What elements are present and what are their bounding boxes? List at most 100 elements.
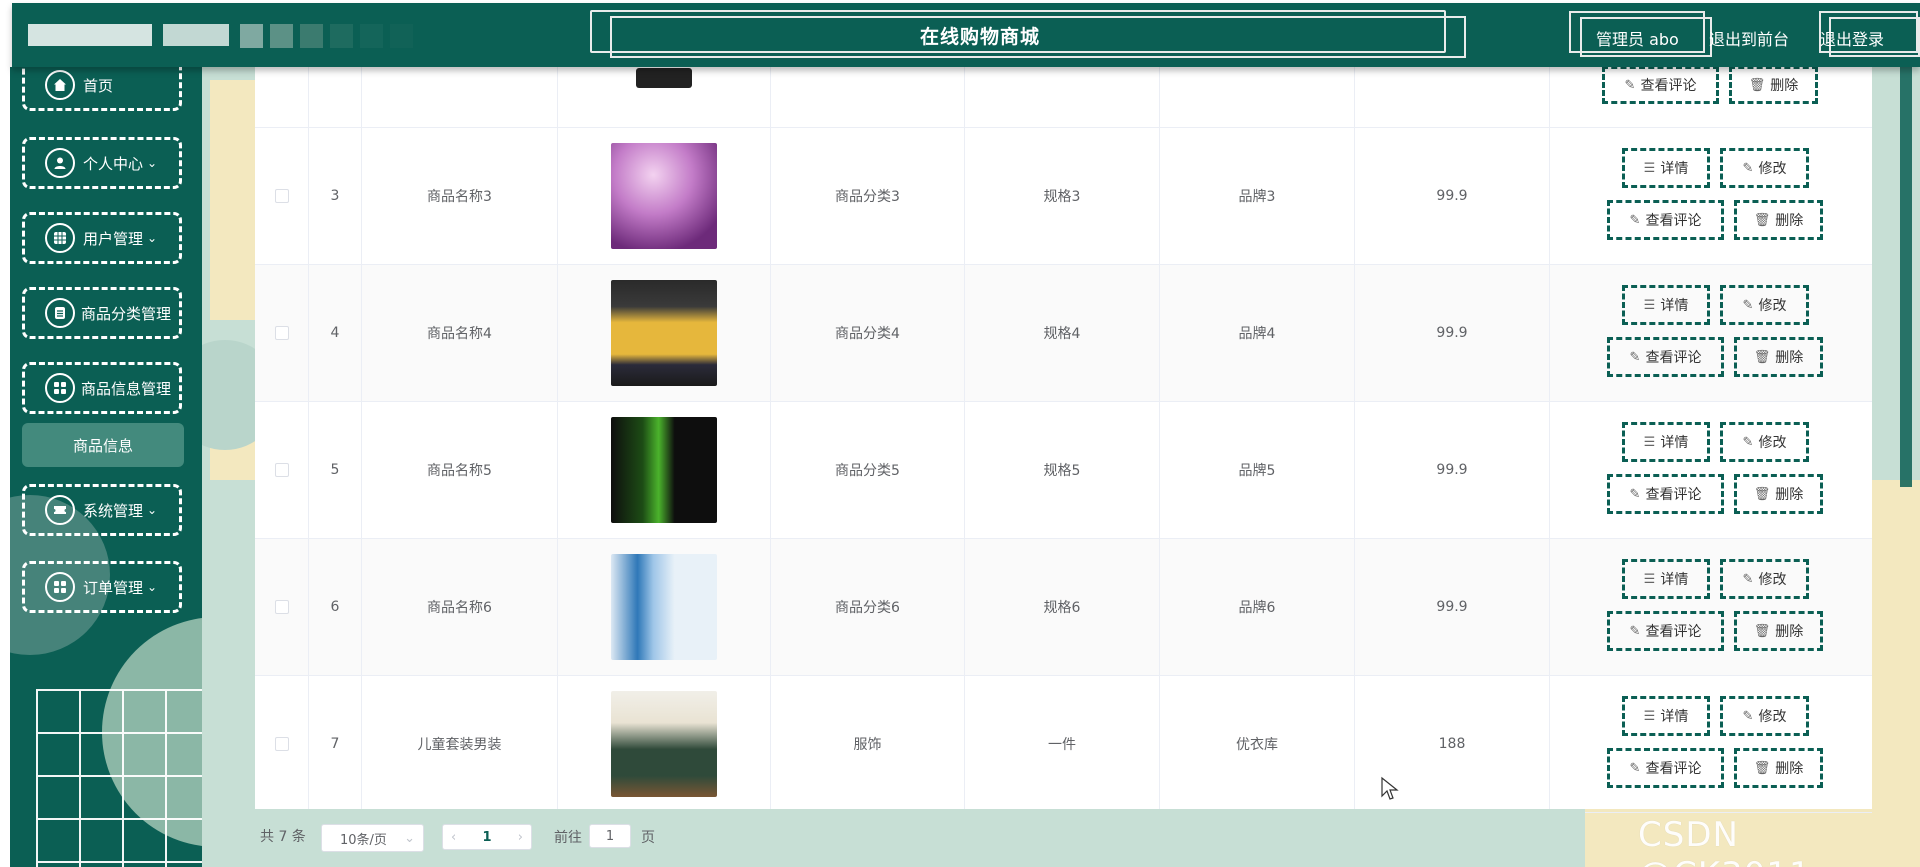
ticket-icon <box>45 495 75 525</box>
edit-icon: ✎ <box>1742 571 1754 587</box>
detail-button[interactable]: ☰ 详情 <box>1622 285 1710 325</box>
sidebar-decor-grid <box>36 689 202 867</box>
back-to-frontend-link[interactable]: 退出到前台 <box>1709 26 1789 50</box>
apps-icon <box>45 572 75 602</box>
edit-button[interactable]: ✎ 修改 <box>1720 285 1809 325</box>
cell-index: 4 <box>330 325 340 341</box>
table-row: 7 儿童套装男装 服饰 一件 优衣库 188 ☰ 详情 ✎ 修改 ✎ 查看评论 🗑 删除 <box>255 676 1872 813</box>
cell-index: 6 <box>330 599 340 615</box>
table-row: 3 商品名称3 商品分类3 规格3 品牌3 99.9 ☰ 详情 ✎ 修改 ✎ 查看评论 🗑 删除 <box>255 128 1872 265</box>
apps-icon <box>45 373 75 403</box>
delete-button[interactable]: 🗑 删除 <box>1734 337 1823 377</box>
cell-spec: 规格4 <box>1043 326 1081 342</box>
sidebar-item-profile[interactable]: 个人中心 ⌄ <box>22 137 182 189</box>
next-page-button[interactable]: › <box>518 830 523 845</box>
document-icon: ☰ <box>1643 571 1656 587</box>
sidebar-item-product-management[interactable]: 商品信息管理 <box>22 362 182 414</box>
document-icon: ☰ <box>1643 297 1656 313</box>
sidebar-item-label: 个人中心 <box>83 154 144 173</box>
current-page[interactable]: 1 <box>482 830 491 845</box>
cell-category: 商品分类3 <box>835 189 900 205</box>
edit-button[interactable]: ✎ 修改 <box>1720 148 1809 188</box>
logout-button[interactable]: 退出登录 <box>1820 26 1884 50</box>
detail-button[interactable]: ☰ 详情 <box>1622 148 1710 188</box>
pagination-bar: 共 7 条 10条/页 ⌄ ‹ 1 › 前往 1 页 <box>255 809 1585 867</box>
row-checkbox[interactable] <box>274 600 289 614</box>
cell-category: 商品分类6 <box>835 600 900 616</box>
sidebar-item-home[interactable]: 首页 <box>22 67 182 111</box>
home-icon <box>45 70 75 100</box>
trash-icon: 🗑 <box>1753 486 1771 502</box>
edit-icon: ✎ <box>1629 760 1641 776</box>
edit-icon: ✎ <box>1624 77 1636 93</box>
edit-icon: ✎ <box>1629 623 1641 639</box>
edit-icon: ✎ <box>1629 349 1641 365</box>
product-image-partial <box>558 59 771 127</box>
chevron-down-icon: ⌄ <box>147 580 158 594</box>
edit-icon: ✎ <box>1742 708 1754 724</box>
view-comments-button[interactable]: ✎ 查看评论 <box>1607 611 1724 651</box>
row-checkbox[interactable] <box>274 189 289 203</box>
logo-square <box>390 24 413 48</box>
trash-icon: 🗑 <box>1753 212 1771 228</box>
table-row: 6 商品名称6 商品分类6 规格6 品牌6 99.9 ☰ 详情 ✎ 修改 ✎ 查看评论 🗑 删除 <box>255 539 1872 676</box>
trash-icon: 🗑 <box>1753 760 1771 776</box>
top-header: 在线购物商城 管理员 abo 退出到前台 退出登录 <box>12 3 1920 67</box>
submenu-product-info[interactable]: 商品信息 <box>22 423 184 467</box>
sidebar-item-system[interactable]: 系统管理 ⌄ <box>22 484 182 536</box>
edit-icon: ✎ <box>1742 434 1754 450</box>
cell-spec: 规格3 <box>1043 189 1081 205</box>
delete-button[interactable]: 🗑 删除 <box>1729 66 1818 104</box>
list-icon <box>45 298 75 328</box>
edit-button[interactable]: ✎ 修改 <box>1720 559 1809 599</box>
row-checkbox[interactable] <box>274 463 289 477</box>
cell-price: 99.9 <box>1436 325 1468 341</box>
row-checkbox[interactable] <box>274 737 289 751</box>
admin-label: 管理员 abo <box>1596 30 1679 49</box>
prev-page-button[interactable]: ‹ <box>451 830 456 845</box>
edit-button[interactable]: ✎ 修改 <box>1720 696 1809 736</box>
edit-icon: ✎ <box>1742 160 1754 176</box>
logo-placeholder-2 <box>163 24 229 46</box>
cell-name: 商品名称6 <box>427 600 492 616</box>
view-comments-button[interactable]: ✎ 查看评论 <box>1607 474 1724 514</box>
sidebar-item-label: 用户管理 <box>83 229 144 248</box>
product-image <box>611 554 717 660</box>
table-row: ✎ 查看评论 🗑 删除 <box>255 59 1872 128</box>
pager-controls: ‹ 1 › <box>442 824 532 850</box>
detail-button[interactable]: ☰ 详情 <box>1622 422 1710 462</box>
cell-name: 儿童套装男装 <box>417 737 502 753</box>
detail-button[interactable]: ☰ 详情 <box>1622 559 1710 599</box>
cell-brand: 品牌4 <box>1238 326 1276 342</box>
view-comments-button[interactable]: ✎ 查看评论 <box>1602 66 1719 104</box>
grid-icon <box>45 223 75 253</box>
product-image <box>611 417 717 523</box>
delete-button[interactable]: 🗑 删除 <box>1734 200 1823 240</box>
cell-category: 商品分类4 <box>835 326 900 342</box>
cell-category: 商品分类5 <box>835 463 900 479</box>
logo-square <box>270 24 293 48</box>
goto-page-input[interactable]: 1 <box>589 824 631 848</box>
cell-index: 3 <box>330 188 340 204</box>
delete-button[interactable]: 🗑 删除 <box>1734 611 1823 651</box>
table-row: 4 商品名称4 商品分类4 规格4 品牌4 99.9 ☰ 详情 ✎ 修改 ✎ 查看评论 🗑 删除 <box>255 265 1872 402</box>
goto-suffix: 页 <box>641 830 655 846</box>
cell-index: 7 <box>330 736 340 752</box>
cell-brand: 品牌6 <box>1238 600 1276 616</box>
detail-button[interactable]: ☰ 详情 <box>1622 696 1710 736</box>
sidebar-item-orders[interactable]: 订单管理 ⌄ <box>22 561 182 613</box>
view-comments-button[interactable]: ✎ 查看评论 <box>1607 200 1724 240</box>
view-comments-button[interactable]: ✎ 查看评论 <box>1607 337 1724 377</box>
product-image <box>611 691 717 797</box>
edit-button[interactable]: ✎ 修改 <box>1720 422 1809 462</box>
document-icon: ☰ <box>1643 434 1656 450</box>
sidebar-item-users[interactable]: 用户管理 ⌄ <box>22 212 182 264</box>
sidebar-item-category-management[interactable]: 商品分类管理 <box>22 287 182 339</box>
row-checkbox[interactable] <box>274 326 289 340</box>
chevron-down-icon: ⌄ <box>147 156 158 170</box>
delete-button[interactable]: 🗑 删除 <box>1734 748 1823 788</box>
delete-button[interactable]: 🗑 删除 <box>1734 474 1823 514</box>
view-comments-button[interactable]: ✎ 查看评论 <box>1607 748 1724 788</box>
cell-price: 99.9 <box>1436 188 1468 204</box>
page-size-select[interactable]: 10条/页 ⌄ <box>321 824 424 852</box>
